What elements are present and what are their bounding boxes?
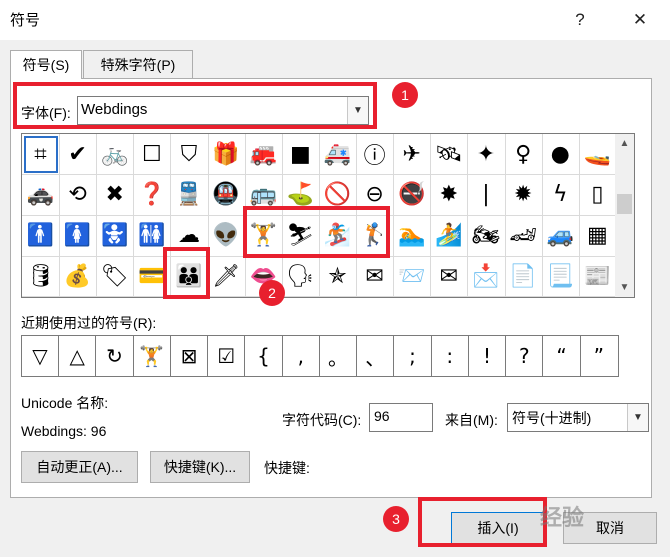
symbol-cell[interactable]: ⛉: [170, 134, 209, 175]
annotation-box-font: [13, 82, 377, 129]
recent-symbol-cell[interactable]: “: [544, 336, 581, 376]
recent-symbol-cell[interactable]: ”: [581, 336, 617, 376]
symbol-cell[interactable]: ✉: [430, 256, 469, 298]
recent-symbol-cell[interactable]: !: [469, 336, 506, 376]
symbol-cell[interactable]: 📄: [504, 256, 543, 298]
symbol-cell[interactable]: 🛰: [430, 134, 469, 175]
symbol-grid-scrollbar[interactable]: ▲ ▼: [615, 133, 635, 298]
unicode-name-label: Unicode 名称:: [21, 395, 109, 411]
symbol-cell[interactable]: 🗣: [281, 256, 320, 298]
symbol-cell[interactable]: 🛢: [22, 256, 60, 298]
shortcut-key-label: 快捷键:: [264, 460, 310, 476]
annotation-badge-1: 1: [392, 82, 418, 108]
symbol-cell[interactable]: 🚹: [22, 215, 60, 257]
symbol-cell[interactable]: 📰: [578, 256, 617, 298]
symbol-cell[interactable]: 🏷: [96, 256, 135, 298]
symbol-cell[interactable]: ⓘ: [356, 134, 395, 175]
symbol-cell[interactable]: ✯: [319, 256, 357, 298]
chevron-down-icon[interactable]: ▼: [627, 404, 648, 431]
symbol-cell[interactable]: 🚒: [244, 134, 283, 175]
symbol-cell[interactable]: 🚓: [22, 174, 60, 216]
symbol-cell[interactable]: 🚑: [319, 134, 357, 175]
symbol-cell[interactable]: ▦: [578, 215, 617, 257]
recent-symbol-cell[interactable]: 、: [357, 336, 395, 376]
symbol-cell[interactable]: ✹: [504, 174, 543, 216]
symbol-cell[interactable]: 🗡: [207, 256, 246, 298]
recent-symbol-cell[interactable]: ☑: [208, 336, 246, 376]
close-button[interactable]: ✕: [620, 6, 660, 34]
symbol-cell[interactable]: 📨: [393, 256, 432, 298]
help-button[interactable]: ?: [560, 6, 600, 34]
symbol-cell[interactable]: 🏎: [504, 215, 543, 257]
symbol-cell[interactable]: ●: [541, 134, 580, 175]
symbol-cell[interactable]: ⟲: [59, 174, 98, 216]
symbol-cell[interactable]: ✔: [59, 134, 98, 175]
annotation-box-people: [163, 247, 210, 299]
symbol-cell[interactable]: 🚙: [541, 215, 580, 257]
recent-symbol-cell[interactable]: 。: [320, 336, 357, 376]
recent-symbol-cell[interactable]: ?: [506, 336, 544, 376]
recent-symbol-cell[interactable]: ⊠: [171, 336, 208, 376]
window-title: 符号: [10, 12, 41, 29]
recent-symbol-cell[interactable]: △: [59, 336, 97, 376]
autocorrect-button[interactable]: 自动更正(A)...: [21, 451, 138, 483]
annotation-box-insert: [418, 497, 547, 547]
symbol-cell[interactable]: 🚼: [96, 215, 135, 257]
watermark: 经验: [540, 505, 585, 530]
symbol-cell[interactable]: ✉: [356, 256, 395, 298]
recent-symbol-cell[interactable]: 🏋: [134, 336, 171, 376]
char-code-value: 96: [374, 408, 390, 424]
symbol-cell[interactable]: 📃: [541, 256, 580, 298]
symbol-cell[interactable]: ■: [281, 134, 320, 175]
unicode-name-value: Webdings: 96: [21, 423, 107, 439]
symbol-cell[interactable]: ⌗: [22, 134, 60, 175]
symbol-cell[interactable]: 🚇: [207, 174, 246, 216]
shortcut-key-button[interactable]: 快捷键(K)...: [150, 451, 250, 483]
scroll-up-icon[interactable]: ▲: [615, 134, 634, 153]
from-value: 符号(十进制): [512, 410, 592, 426]
symbol-cell[interactable]: 🏄: [430, 215, 469, 257]
symbol-cell[interactable]: ✦: [467, 134, 506, 175]
recent-symbol-cell[interactable]: ;: [395, 336, 432, 376]
char-code-input[interactable]: 96: [369, 403, 433, 432]
symbol-cell[interactable]: ✸: [430, 174, 469, 216]
tab-symbols[interactable]: 符号(S): [10, 50, 82, 79]
symbol-cell[interactable]: ✈: [393, 134, 432, 175]
symbol-cell[interactable]: ☐: [133, 134, 172, 175]
annotation-badge-2: 2: [259, 280, 285, 306]
symbol-cell[interactable]: 💰: [59, 256, 98, 298]
from-select[interactable]: 符号(十进制) ▼: [507, 403, 649, 432]
scroll-down-icon[interactable]: ▼: [615, 278, 634, 297]
annotation-badge-3: 3: [383, 506, 409, 532]
from-label: 来自(M):: [445, 412, 498, 428]
symbol-cell[interactable]: ▯: [578, 174, 617, 216]
recent-symbol-cell[interactable]: ,: [283, 336, 320, 376]
symbol-cell[interactable]: 🏍: [467, 215, 506, 257]
symbol-cell[interactable]: ✖: [96, 174, 135, 216]
scroll-thumb[interactable]: [617, 194, 632, 214]
symbol-cell[interactable]: 🎁: [207, 134, 246, 175]
symbol-cell[interactable]: ❓: [133, 174, 172, 216]
symbol-cell[interactable]: 🚭: [393, 174, 432, 216]
symbol-cell[interactable]: 🚤: [578, 134, 617, 175]
char-code-label: 字符代码(C):: [282, 412, 362, 428]
symbol-cell[interactable]: ♀: [504, 134, 543, 175]
symbol-cell[interactable]: 🚲: [96, 134, 135, 175]
tab-special-characters[interactable]: 特殊字符(P): [83, 50, 193, 78]
symbol-cell[interactable]: 📩: [467, 256, 506, 298]
annotation-box-sports: [243, 206, 390, 258]
recent-symbols-row[interactable]: ▽ △ ↻ 🏋 ⊠ ☑{,。、;:!? “”: [21, 335, 619, 377]
recent-symbol-cell[interactable]: :: [432, 336, 469, 376]
symbol-cell[interactable]: 🚆: [170, 174, 209, 216]
symbol-cell[interactable]: 🚺: [59, 215, 98, 257]
recent-symbol-cell[interactable]: ▽: [22, 336, 59, 376]
symbol-cell[interactable]: 🏊: [393, 215, 432, 257]
symbol-cell[interactable]: ϟ: [541, 174, 580, 216]
symbol-cell[interactable]: |: [467, 174, 506, 216]
recent-symbol-cell[interactable]: {: [246, 336, 283, 376]
recent-symbols-label: 近期使用过的符号(R):: [21, 315, 157, 331]
recent-symbol-cell[interactable]: ↻: [97, 336, 134, 376]
symbol-cell[interactable]: 👽: [207, 215, 246, 257]
